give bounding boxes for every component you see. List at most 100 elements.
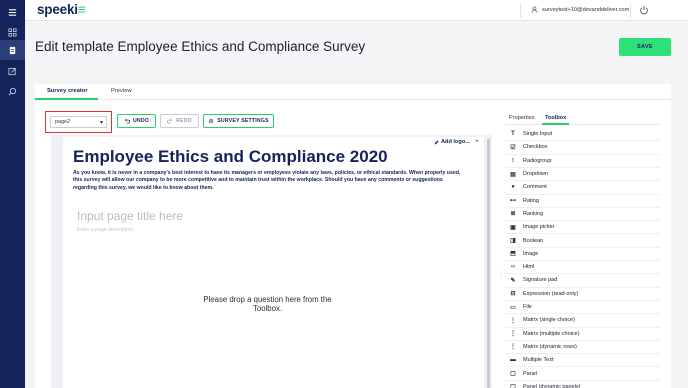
- boolean-icon: ◨: [510, 238, 516, 245]
- redo-button[interactable]: REDO: [160, 114, 199, 128]
- page-select-highlight: page2 ▾: [45, 111, 112, 133]
- toolbox-item-label: Panel: [523, 370, 538, 377]
- collapse-icon[interactable]: ⌃: [474, 139, 480, 147]
- divider: [630, 3, 631, 18]
- edit-icon[interactable]: [6, 65, 19, 78]
- toolbox-item-label: Ranking: [523, 210, 544, 217]
- toolbox-item[interactable]: ⊟ Expression (read-only): [505, 288, 660, 301]
- toolbox-item-label: Image: [523, 250, 539, 257]
- canvas-scrollbar[interactable]: [487, 139, 490, 388]
- toolbox-item-label: Html: [523, 264, 535, 271]
- left-nav: [0, 0, 25, 388]
- html-icon: ‹›: [511, 264, 515, 271]
- toolbox-item-label: Checkbox: [523, 144, 548, 151]
- apps-icon[interactable]: [6, 26, 19, 39]
- toolbox-item[interactable]: ▢ Panel (dynamic panels): [505, 381, 660, 388]
- pencil-icon: [434, 140, 439, 144]
- toolbox-item[interactable]: ✎ Signature pad: [505, 274, 660, 288]
- right-panel-tabs: Properties Toolbox: [505, 113, 660, 125]
- file-icon: ▭: [510, 304, 516, 311]
- panel-dynamic-icon: ▢: [510, 384, 516, 388]
- toolbox-item[interactable]: ≣ Ranking: [505, 208, 660, 222]
- toolbox-item-label: Expression (read-only): [523, 290, 579, 297]
- toolbox-item[interactable]: ▭ File: [505, 301, 660, 315]
- toolbox-item-label: Radiogroup: [523, 157, 552, 164]
- checkbox-icon: ☑: [510, 144, 516, 151]
- page-title-input[interactable]: Input page title here: [77, 209, 183, 223]
- user-menu[interactable]: surveytest+10@devanddeliver.com: [531, 6, 629, 13]
- comment-icon: ●: [511, 184, 515, 191]
- search-icon[interactable]: [6, 85, 19, 98]
- toolbox-item[interactable]: ● Comment: [505, 181, 660, 195]
- matrix-dynamic-icon: ⋮: [510, 344, 516, 351]
- survey-settings-button[interactable]: SURVEY SETTINGS: [203, 114, 274, 128]
- resize-handle-icon[interactable]: ⋮: [498, 271, 504, 278]
- toolbox-item[interactable]: ⋮ Matrix (single choice): [505, 314, 660, 328]
- image-picker-icon: ▣: [510, 224, 516, 231]
- toolbox-item[interactable]: ⬒ Image: [505, 248, 660, 262]
- toolbox-item[interactable]: ▤ Dropdown: [505, 168, 660, 182]
- toolbox-item-label: Multiple Text: [523, 357, 554, 364]
- tab-survey-creator[interactable]: Survey creator: [47, 88, 88, 94]
- toolbox-item[interactable]: ▢ Panel: [505, 367, 660, 381]
- toolbox-item-label: File: [523, 304, 532, 311]
- drop-zone-hint: Please drop a question here from the Too…: [203, 295, 332, 313]
- panel-icon: ▢: [510, 371, 516, 378]
- toolbox-item-label: Rating: [523, 197, 539, 204]
- save-button[interactable]: SAVE: [619, 38, 671, 56]
- toolbox-item-label: Boolean: [523, 237, 544, 244]
- dropdown-icon: ▤: [510, 171, 516, 178]
- divider: [520, 3, 521, 18]
- toolbox-item[interactable]: ☑ Checkbox: [505, 141, 660, 155]
- toolbox-item[interactable]: ⋮ Matrix (multiple choice): [505, 328, 660, 341]
- toolbox-item-label: Matrix (single choice): [523, 317, 575, 324]
- toolbox-item[interactable]: ‹› Html: [505, 261, 660, 275]
- survey-icon[interactable]: [0, 40, 25, 60]
- undo-button[interactable]: UNDO: [117, 114, 156, 128]
- toolbox-item[interactable]: ⁝ Radiogroup: [505, 155, 660, 168]
- redo-icon: [167, 118, 173, 124]
- toolbox-item-label: Dropdown: [523, 171, 549, 178]
- page-select[interactable]: page2 ▾: [50, 116, 107, 128]
- toolbox-item-label: Comment: [523, 184, 547, 191]
- toolbox-item[interactable]: ▣ Image picker: [505, 221, 660, 235]
- user-email: surveytest+10@devanddeliver.com: [542, 6, 630, 13]
- toolbox-item-label: Matrix (multiple choice): [523, 330, 580, 337]
- toolbox-item[interactable]: ◨ Boolean: [505, 234, 660, 248]
- active-tab-indicator: [542, 123, 569, 125]
- power-icon[interactable]: [639, 5, 649, 15]
- ranking-icon: ≣: [510, 211, 516, 218]
- logo[interactable]: speeki≡: [37, 2, 86, 17]
- text-icon: T: [511, 131, 515, 138]
- undo-icon: [124, 118, 130, 124]
- signature-icon: ✎: [510, 277, 516, 284]
- tab-properties[interactable]: Properties: [509, 115, 535, 121]
- page-description-input[interactable]: Enter a page description: [77, 227, 133, 233]
- matrix-multiple-icon: ⋮: [510, 331, 516, 338]
- page-title: Edit template Employee Ethics and Compli…: [35, 39, 366, 54]
- survey-title[interactable]: Employee Ethics and Compliance 2020: [73, 147, 388, 167]
- toolbox-item[interactable]: ⋮ Matrix (dynamic rows): [505, 341, 660, 355]
- toolbox-item[interactable]: T Single Input: [505, 128, 660, 142]
- add-logo-button[interactable]: Add logo...: [434, 139, 470, 145]
- matrix-single-icon: ⋮: [510, 317, 516, 324]
- multiple-text-icon: ▬: [510, 357, 516, 364]
- toolbox-item-label: Matrix (dynamic rows): [523, 343, 577, 350]
- user-icon: [531, 6, 538, 13]
- chevron-down-icon: ▾: [99, 120, 103, 126]
- toolbox-item-label: Single Input: [523, 131, 553, 138]
- rating-icon: ⊷: [510, 198, 516, 205]
- toolbox-item[interactable]: ▬ Multiple Text: [505, 354, 660, 368]
- radiogroup-icon: ⁝: [512, 158, 514, 165]
- editor-tabs: Survey creator Preview: [35, 84, 671, 100]
- toolbox-item-label: Signature pad: [523, 277, 558, 284]
- active-tab-indicator: [35, 98, 98, 100]
- menu-icon[interactable]: [6, 6, 19, 19]
- image-icon: ⬒: [510, 251, 516, 258]
- tab-toolbox[interactable]: Toolbox: [545, 115, 566, 121]
- gear-icon: [208, 118, 214, 124]
- toolbox-item-label: Panel (dynamic panels): [523, 383, 581, 388]
- survey-description[interactable]: As you know, it is never in a company's …: [73, 170, 463, 192]
- tab-preview[interactable]: Preview: [111, 88, 132, 94]
- toolbox-item[interactable]: ⊷ Rating: [505, 195, 660, 208]
